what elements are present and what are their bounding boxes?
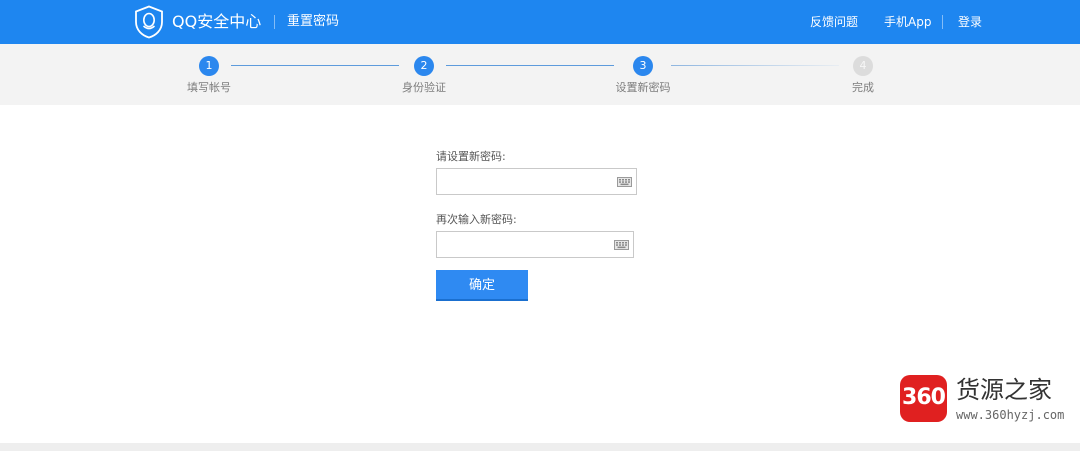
new-password-field[interactable]: [436, 168, 637, 195]
step-2-number: 2: [414, 56, 434, 76]
step-1-number: 1: [199, 56, 219, 76]
confirm-password-input[interactable]: [437, 232, 633, 257]
brand-title[interactable]: QQ安全中心: [172, 11, 261, 33]
confirm-password-label: 再次输入新密码:: [436, 213, 517, 226]
new-password-label: 请设置新密码:: [436, 150, 506, 163]
feedback-link[interactable]: 反馈问题: [810, 13, 858, 31]
watermark-name: 货源之家: [956, 376, 1052, 404]
qq-shield-icon[interactable]: [134, 5, 164, 39]
step-2-label: 身份验证: [402, 81, 446, 94]
watermark-badge-text: 360: [902, 385, 946, 410]
step-connector: [671, 65, 839, 66]
confirm-password-field[interactable]: [436, 231, 634, 258]
new-password-input[interactable]: [437, 169, 636, 194]
header-divider: [274, 15, 275, 29]
step-3-label: 设置新密码: [615, 81, 671, 94]
step-connector: [231, 65, 399, 66]
step-4-number: 4: [853, 56, 873, 76]
confirm-button[interactable]: 确定: [436, 270, 528, 301]
login-link[interactable]: 登录: [958, 13, 982, 31]
keyboard-icon[interactable]: [614, 240, 629, 250]
step-connector: [446, 65, 614, 66]
progress-steps: 1 填写帐号 2 身份验证 3 设置新密码 4 完成: [0, 44, 1080, 105]
step-3-number: 3: [633, 56, 653, 76]
keyboard-icon[interactable]: [617, 177, 632, 187]
top-header: QQ安全中心 重置密码 反馈问题 手机App 登录: [0, 0, 1080, 44]
step-4-label: 完成: [852, 81, 874, 94]
header-divider: [942, 15, 943, 29]
step-1-label: 填写帐号: [187, 81, 231, 94]
watermark-url: www.360hyzj.com: [956, 408, 1065, 422]
mobile-app-link[interactable]: 手机App: [884, 13, 931, 31]
page-title: 重置密码: [287, 14, 340, 29]
footer-bar: [0, 443, 1080, 451]
